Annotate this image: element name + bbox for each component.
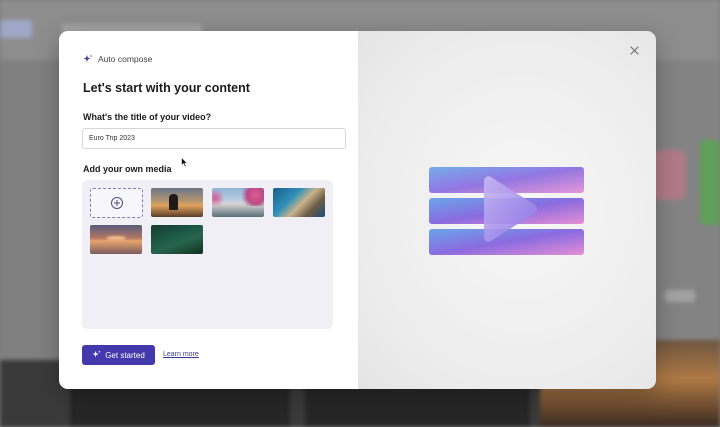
background-card [700, 140, 720, 225]
sparkle-icon [83, 54, 93, 64]
add-media-label: Add your own media [83, 164, 172, 174]
get-started-label: Get started [105, 350, 145, 360]
auto-compose-dialog: Auto compose Let's start with your conte… [59, 31, 656, 389]
close-button[interactable] [628, 45, 640, 57]
dialog-header: Auto compose [83, 54, 152, 64]
background-tile [305, 385, 530, 427]
learn-more-link[interactable]: Learn more [163, 351, 199, 358]
media-thumbnail[interactable] [212, 188, 264, 217]
background-card [652, 150, 686, 200]
video-title-label: What's the title of your video? [83, 112, 212, 122]
mouse-pointer-icon [181, 155, 189, 173]
media-thumbnail[interactable] [273, 188, 325, 217]
media-thumbnail[interactable] [151, 225, 203, 254]
dialog-heading: Let's start with your content [83, 81, 250, 95]
media-panel [82, 180, 333, 329]
app-name: Auto compose [98, 54, 153, 64]
background-chip [0, 20, 32, 38]
plus-circle-icon [110, 197, 123, 209]
add-media-button[interactable] [90, 188, 143, 218]
background-chip [665, 290, 695, 302]
background-tile [70, 385, 290, 427]
media-thumbnail[interactable] [90, 225, 142, 254]
background-sidebar [0, 60, 60, 360]
dialog-preview-pane [358, 31, 656, 389]
video-title-input[interactable] [82, 128, 346, 149]
close-icon [629, 42, 639, 60]
get-started-button[interactable]: Get started [82, 345, 155, 365]
sparkle-icon [92, 349, 101, 361]
dialog-form-pane: Auto compose Let's start with your conte… [59, 31, 358, 389]
video-play-icon [429, 167, 584, 255]
media-thumbnail[interactable] [151, 188, 203, 217]
